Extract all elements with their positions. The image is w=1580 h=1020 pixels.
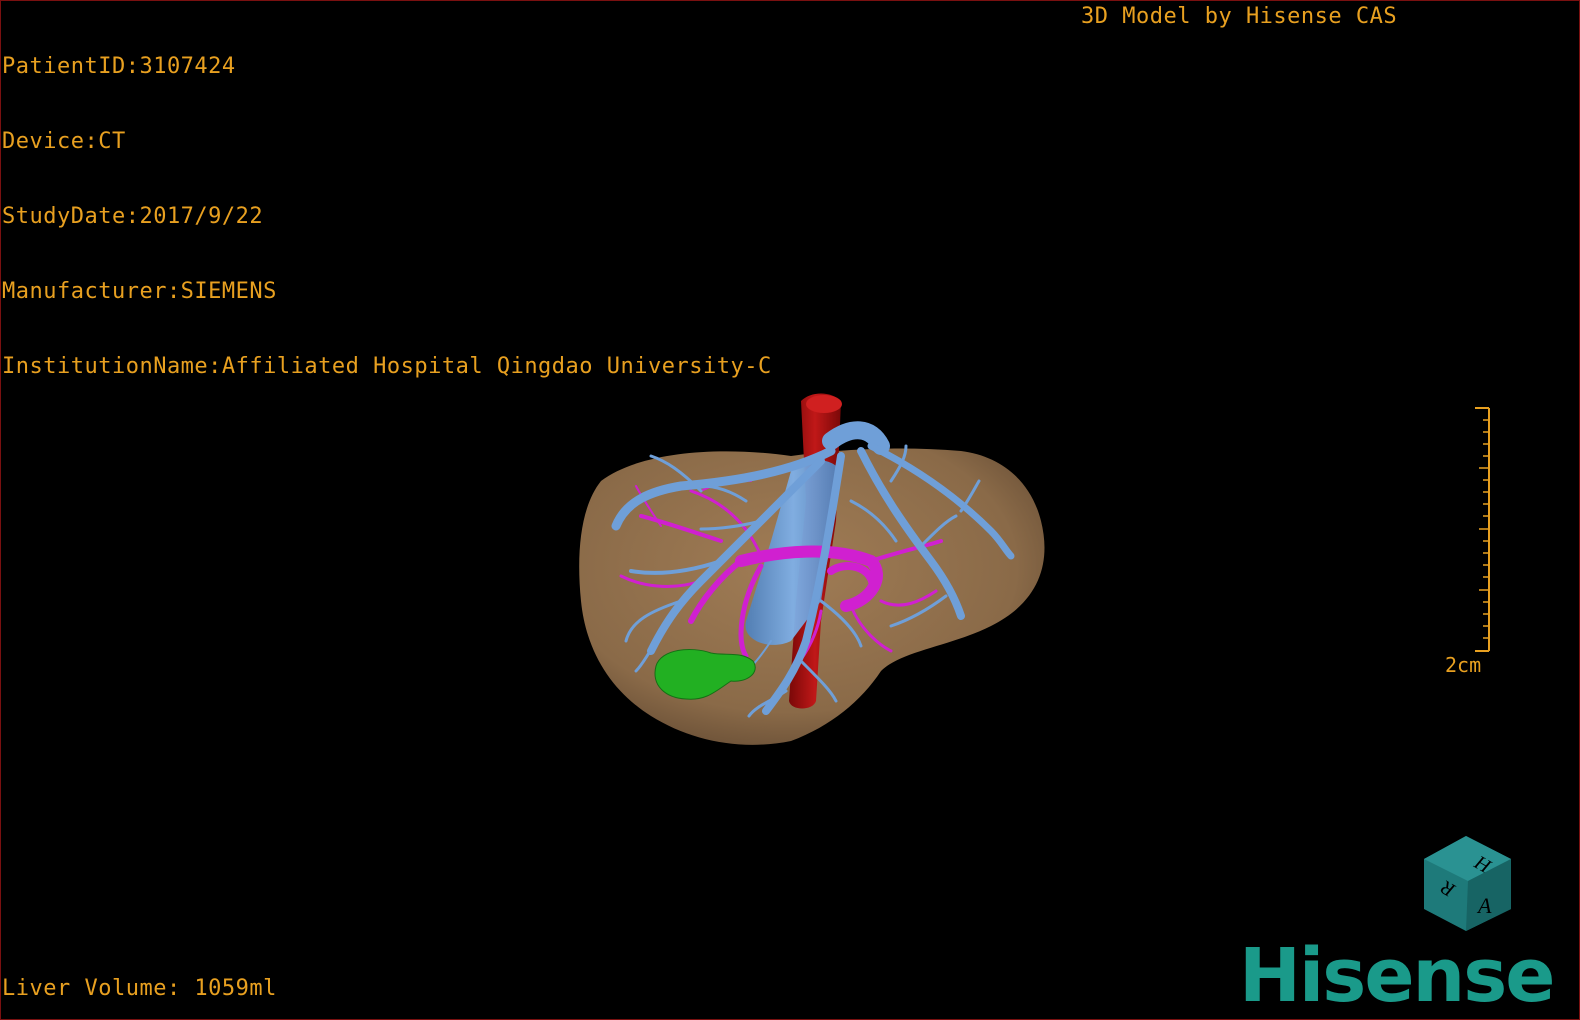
aorta-top (806, 395, 842, 413)
liver-volume-text: Liver Volume: 1059ml (2, 976, 277, 1001)
cube-face-a: A (1476, 893, 1492, 918)
study-info-overlay: PatientID:3107424 Device:CT StudyDate:20… (2, 4, 772, 429)
institution-text: InstitutionName:Affiliated Hospital Qing… (2, 354, 772, 379)
scale-bar (1475, 407, 1490, 652)
model-credit-text: 3D Model by Hisense CAS (1081, 4, 1398, 29)
study-date-text: StudyDate:2017/9/22 (2, 204, 264, 229)
3d-viewer-viewport[interactable]: PatientID:3107424 Device:CT StudyDate:20… (0, 0, 1580, 1020)
device-text: Device:CT (2, 129, 126, 154)
patient-id-text: PatientID:3107424 (2, 54, 236, 79)
manufacturer-text: Manufacturer:SIEMENS (2, 279, 277, 304)
scale-bar-label: 2cm (1445, 653, 1482, 677)
hisense-logo: Hisense (1239, 933, 1555, 1019)
orientation-cube-icon[interactable]: H R A (1416, 831, 1526, 941)
